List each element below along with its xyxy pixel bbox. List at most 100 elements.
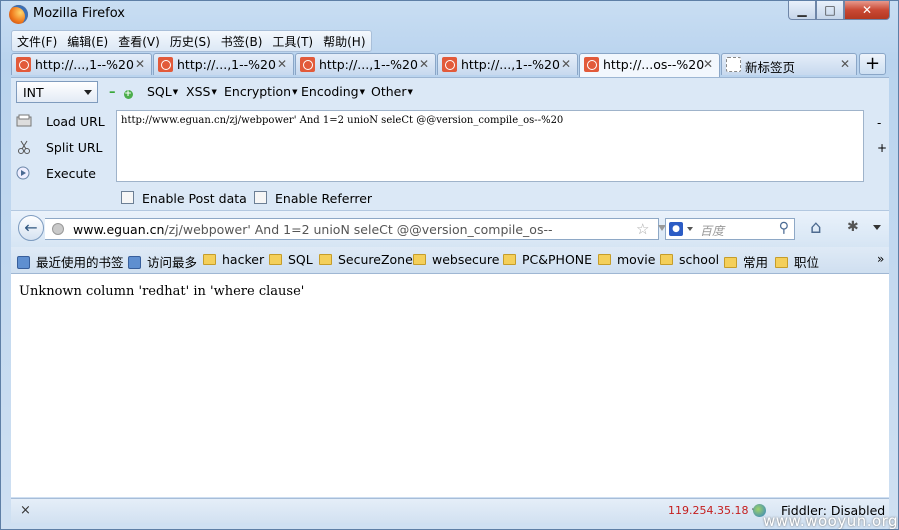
tab-close-icon[interactable]: ✕ bbox=[703, 57, 713, 71]
type-select[interactable]: INT bbox=[16, 81, 98, 103]
tab-label: http://...,1--%20 bbox=[35, 57, 134, 72]
enable-post-checkbox[interactable]: Enable Post data bbox=[121, 191, 247, 206]
menu-label: SQL bbox=[147, 84, 172, 99]
search-icon[interactable]: ⚲ bbox=[779, 220, 789, 236]
menu-history[interactable]: 历史(S) bbox=[165, 31, 216, 51]
tab-strip: http://...,1--%20 ✕ http://...,1--%20 ✕ … bbox=[11, 53, 888, 77]
menu-label: XSS bbox=[186, 84, 211, 99]
home-icon[interactable]: ⌂ bbox=[810, 217, 821, 238]
menu-file[interactable]: 文件(F) bbox=[12, 31, 62, 51]
bookmark-folder-school[interactable]: school bbox=[660, 252, 719, 267]
bookmark-folder-websecure[interactable]: websecure bbox=[413, 252, 499, 267]
bookmark-folder-hacker[interactable]: hacker bbox=[203, 252, 264, 267]
bookmark-label: 访问最多 bbox=[147, 255, 198, 270]
load-url-icon bbox=[16, 114, 32, 127]
bookmark-label: movie bbox=[617, 252, 656, 267]
bookmark-folder-common[interactable]: 常用 bbox=[724, 252, 768, 271]
folder-icon bbox=[598, 254, 611, 265]
folder-icon bbox=[775, 257, 788, 268]
bookmark-folder-jobs[interactable]: 职位 bbox=[775, 252, 819, 271]
hackbar-menu-xss[interactable]: XSS▼ bbox=[186, 84, 217, 99]
bookmarks-overflow-button[interactable]: » bbox=[877, 252, 884, 266]
hackbar-menu-encryption[interactable]: Encryption▼ bbox=[224, 84, 298, 99]
status-bar: × 119.254.35.18 ▼ Fiddler: Disabled bbox=[11, 498, 889, 523]
minimize-button[interactable]: ▁ bbox=[788, 1, 816, 20]
bookmark-list-icon bbox=[17, 256, 30, 269]
scissors-icon bbox=[18, 140, 30, 154]
bookmark-label: school bbox=[679, 252, 720, 267]
shrink-textarea-button[interactable]: - bbox=[877, 116, 881, 130]
folder-icon bbox=[203, 254, 216, 265]
load-url-button[interactable]: Load URL bbox=[16, 111, 111, 133]
close-addon-bar-button[interactable]: × bbox=[20, 503, 31, 518]
tab-label: http://...,1--%20 bbox=[319, 57, 418, 72]
expand-textarea-button[interactable]: + bbox=[877, 141, 887, 155]
ip-indicator[interactable]: 119.254.35.18 ▼ bbox=[668, 504, 757, 517]
menu-label: Encryption bbox=[224, 84, 292, 99]
tab[interactable]: http://...,1--%20 ✕ bbox=[11, 53, 152, 75]
baidu-search-engine-icon[interactable]: ● bbox=[669, 222, 683, 236]
checkbox-box bbox=[254, 191, 267, 204]
search-box[interactable]: ● 百度 ⚲ bbox=[665, 218, 795, 240]
search-placeholder: 百度 bbox=[700, 224, 725, 238]
firebug-icon[interactable]: ✱ bbox=[847, 219, 859, 235]
back-button[interactable]: ← bbox=[18, 215, 44, 241]
folder-icon bbox=[724, 257, 737, 268]
bookmark-folder-pcphone[interactable]: PC&PHONE bbox=[503, 252, 592, 267]
close-window-button[interactable]: ✕ bbox=[844, 1, 890, 20]
maximize-button[interactable]: □ bbox=[816, 1, 844, 20]
split-url-button[interactable]: Split URL bbox=[16, 137, 111, 159]
menu-view[interactable]: 查看(V) bbox=[113, 31, 165, 51]
menu-edit[interactable]: 编辑(E) bbox=[62, 31, 113, 51]
execute-button[interactable]: Execute bbox=[16, 163, 111, 185]
tab-close-icon[interactable]: ✕ bbox=[419, 57, 429, 71]
bookmark-most-visited[interactable]: 访问最多 bbox=[128, 252, 197, 271]
address-path: /zj/webpower' And 1=2 unioN seleCt @@ver… bbox=[164, 222, 553, 237]
menu-bookmarks[interactable]: 书签(B) bbox=[216, 31, 268, 51]
hackbar-favicon-icon bbox=[16, 57, 31, 72]
bookmark-label: PC&PHONE bbox=[522, 252, 593, 267]
page-content: Unknown column 'redhat' in 'where clause… bbox=[11, 274, 889, 497]
chevron-down-icon[interactable] bbox=[687, 227, 693, 231]
hackbar-menu-sql[interactable]: SQL▼ bbox=[147, 84, 178, 99]
menu-help[interactable]: 帮助(H) bbox=[318, 31, 370, 51]
hackbar-favicon-icon bbox=[300, 57, 315, 72]
bookmark-folder-sql[interactable]: SQL bbox=[269, 252, 313, 267]
address-bar[interactable]: www.eguan.cn/zj/webpower' And 1=2 unioN … bbox=[45, 218, 685, 240]
checkbox-label: Enable Referrer bbox=[275, 191, 373, 206]
bookmark-star-icon[interactable]: ☆ bbox=[636, 220, 649, 238]
bookmark-recent[interactable]: 最近使用的书签 bbox=[17, 252, 124, 271]
bookmark-label: 最近使用的书签 bbox=[36, 255, 124, 270]
tab[interactable]: http://...,1--%20 ✕ bbox=[437, 53, 578, 75]
hackbar-menu-encoding[interactable]: Encoding▼ bbox=[301, 84, 365, 99]
tab-close-icon[interactable]: ✕ bbox=[135, 57, 145, 71]
bookmark-folder-movie[interactable]: movie bbox=[598, 252, 655, 267]
blank-page-icon bbox=[726, 57, 741, 72]
hackbar-url-textarea[interactable]: http://www.eguan.cn/zj/webpower' And 1=2… bbox=[116, 110, 864, 182]
toolbar-menu-dropdown-icon[interactable] bbox=[873, 225, 881, 230]
enable-referrer-checkbox[interactable]: Enable Referrer bbox=[254, 191, 372, 206]
action-label: Split URL bbox=[46, 140, 103, 155]
bookmark-folder-securezone[interactable]: SecureZone bbox=[319, 252, 413, 267]
title-bar: Mozilla Firefox ▁ □ ✕ bbox=[1, 1, 898, 29]
hackbar-menu-other[interactable]: Other▼ bbox=[371, 84, 413, 99]
type-select-value: INT bbox=[23, 85, 44, 100]
plus-icon[interactable]: + bbox=[123, 90, 133, 99]
tab-close-icon[interactable]: ✕ bbox=[840, 57, 850, 71]
tab[interactable]: http://...,1--%20 ✕ bbox=[153, 53, 294, 75]
tab-active[interactable]: http://...os--%20 ✕ bbox=[579, 53, 720, 77]
hackbar-panel: INT – + SQL▼ XSS▼ Encryption▼ Encoding▼ O… bbox=[11, 77, 889, 210]
tab[interactable]: 新标签页 ✕ bbox=[721, 53, 857, 75]
checkbox-box bbox=[121, 191, 134, 204]
dropdown-arrow-icon: ▼ bbox=[292, 88, 298, 96]
tab[interactable]: http://...,1--%20 ✕ bbox=[295, 53, 436, 75]
tab-close-icon[interactable]: ✕ bbox=[561, 57, 571, 71]
dropdown-arrow-icon: ▼ bbox=[359, 88, 365, 96]
tab-close-icon[interactable]: ✕ bbox=[277, 57, 287, 71]
new-tab-button[interactable]: + bbox=[859, 53, 886, 75]
folder-icon bbox=[660, 254, 673, 265]
ip-address: 119.254.35.18 bbox=[668, 504, 749, 517]
folder-icon bbox=[269, 254, 282, 265]
minus-icon[interactable]: – bbox=[109, 85, 116, 100]
menu-tools[interactable]: 工具(T) bbox=[267, 31, 318, 51]
